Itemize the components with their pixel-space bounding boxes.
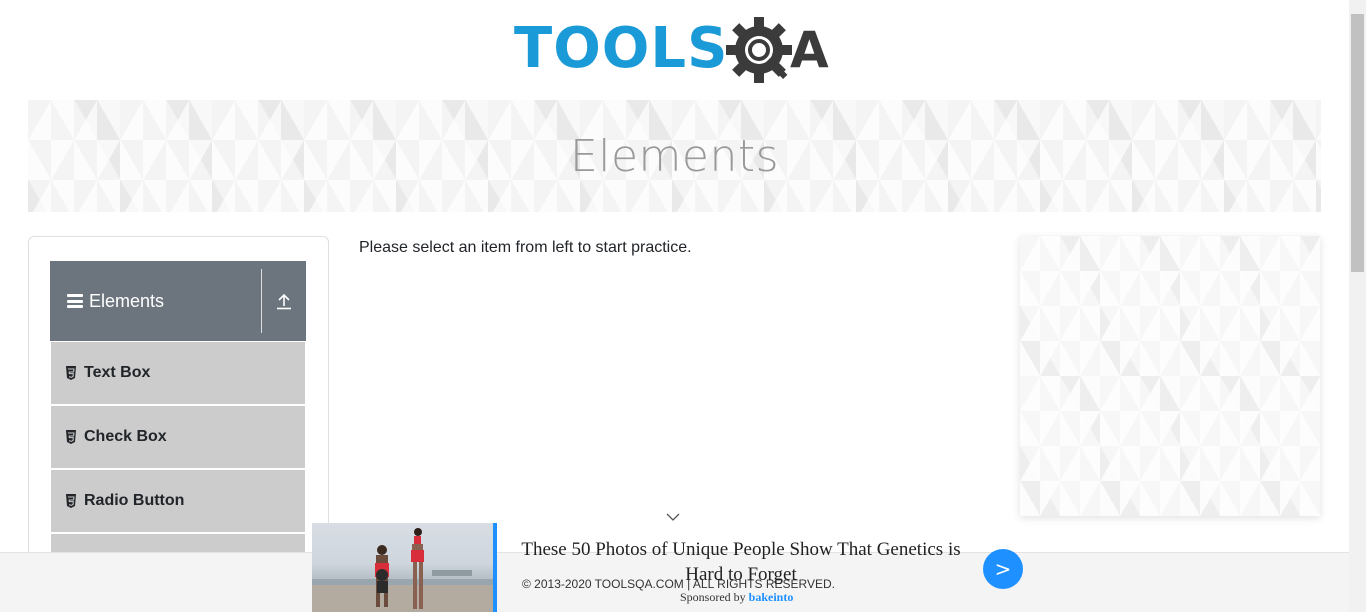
page-banner: Elements (28, 100, 1321, 212)
sidebar-group-title: Elements (89, 290, 165, 311)
page-title: Elements (569, 130, 780, 182)
practice-instruction: Please select an item from left to start… (359, 239, 692, 256)
sidebar-item-check-box[interactable]: Check Box (51, 406, 305, 468)
hamburger-icon (67, 294, 83, 308)
sidebar-group-elements[interactable]: Elements (50, 261, 306, 341)
html5-icon (66, 430, 76, 444)
scrollbar-thumb[interactable] (1351, 14, 1364, 272)
sidebar: Elements Text Box Check Box Radio Button (28, 236, 329, 566)
sidebar-item-label: Check Box (84, 428, 167, 445)
logo-text-qa: A (790, 21, 829, 79)
sidebar-item-label: Radio Button (84, 492, 185, 509)
sidebar-item-text-box[interactable]: Text Box (51, 342, 305, 404)
chevron-down-icon[interactable] (664, 510, 682, 522)
ad-sponsor-prefix: Sponsored by (680, 590, 746, 604)
html5-icon (66, 494, 76, 508)
html5-icon (66, 366, 76, 380)
ad-next-button[interactable]: > (983, 549, 1023, 589)
ad-sponsor-name[interactable]: bakeinto (749, 590, 794, 604)
toolsqa-logo[interactable]: TOOLS A (514, 14, 838, 92)
sticky-ad[interactable]: These 50 Photos of Unique People Show Th… (312, 523, 1038, 612)
ad-placeholder[interactable] (1020, 236, 1320, 516)
ad-accent-bar (493, 523, 497, 612)
sidebar-item-radio-button[interactable]: Radio Button (51, 470, 305, 532)
logo-text-tools: TOOLS (514, 16, 728, 81)
ad-headline[interactable]: These 50 Photos of Unique People Show Th… (515, 537, 967, 587)
ad-image[interactable] (312, 523, 493, 612)
upload-arrow-icon[interactable] (262, 261, 306, 341)
ad-sponsor: Sponsored by bakeinto (680, 590, 793, 605)
gear-icon (726, 17, 792, 83)
sidebar-item-label: Text Box (84, 364, 151, 381)
